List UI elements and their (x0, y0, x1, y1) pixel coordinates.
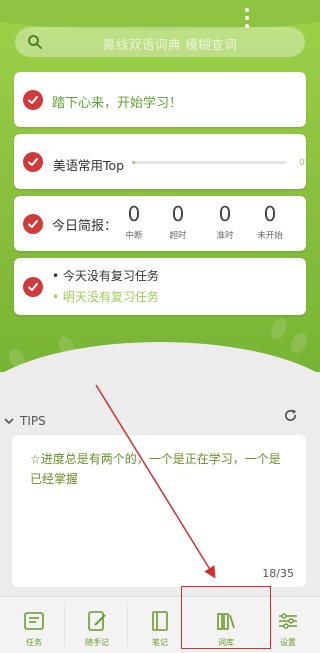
daily-summary-card[interactable]: 今日简报： 0 中断 0 超时 0 准时 0 未开始 (14, 196, 306, 251)
nav-item-settings[interactable]: 设置 (264, 601, 312, 649)
summary-title: 今日简报： (52, 219, 118, 234)
progress-percent: 0% (299, 158, 314, 168)
wordbook-progress-card[interactable]: 美语常用Top 0% (14, 134, 313, 189)
start-learning-card[interactable]: 踏下心来，开始学习！ (14, 72, 306, 127)
stat-value: 0 (127, 202, 141, 226)
stat-interrupted: 0 中断 (118, 202, 150, 241)
stat-value: 0 (171, 202, 185, 226)
bottom-navigation: 任务 随手记 笔记 词库 设置 (0, 596, 320, 653)
stat-not-started: 0 未开始 (254, 202, 286, 241)
stat-overtime: 0 超时 (162, 202, 194, 241)
search-placeholder: 离线双语词典 模糊查词 (102, 37, 238, 52)
footprint-decoration (288, 330, 310, 356)
nav-divider (64, 605, 65, 645)
nav-label: 笔记 (152, 638, 168, 647)
tips-title: TIPS (20, 414, 46, 428)
nav-label: 随手记 (85, 638, 109, 647)
review-tomorrow-text: • 明天没有复习任务 (52, 290, 159, 304)
nav-label: 任务 (26, 638, 42, 647)
stat-on-time: 0 准时 (209, 202, 241, 241)
word-library-highlight-box (181, 586, 271, 649)
check-icon (23, 214, 43, 234)
review-today-text: • 今天没有复习任务 (52, 269, 159, 283)
nav-divider (127, 605, 128, 645)
stat-label: 中断 (125, 231, 143, 241)
quick-note-icon (88, 611, 106, 631)
stat-label: 准时 (216, 231, 234, 241)
nav-item-quick-note[interactable]: 随手记 (73, 601, 121, 649)
more-options-icon[interactable] (243, 8, 251, 28)
nav-item-notebook[interactable]: 笔记 (136, 601, 184, 649)
task-icon (24, 612, 44, 630)
footprint-decoration (268, 316, 290, 342)
header-hill-decoration (0, 0, 320, 30)
refresh-icon[interactable] (283, 408, 298, 423)
stat-label: 超时 (169, 231, 187, 241)
progress-bar (132, 161, 286, 164)
stat-label: 未开始 (257, 231, 283, 241)
check-icon (23, 90, 43, 110)
search-bar[interactable]: 离线双语词典 模糊查词 (15, 27, 305, 57)
nav-label: 设置 (280, 638, 296, 647)
notebook-icon (152, 611, 168, 631)
start-learning-text: 踏下心来，开始学习！ (52, 96, 183, 111)
wordbook-name: 美语常用Top (53, 158, 125, 173)
header-curve (0, 342, 320, 372)
tips-header[interactable]: TIPS (4, 414, 46, 428)
tips-card: ☆进度总是有两个的，一个是正在学习，一个是已经掌握 18/35 (12, 435, 306, 587)
review-tasks-card[interactable]: • 今天没有复习任务 • 明天没有复习任务 (14, 258, 306, 315)
tip-counter: 18/35 (262, 567, 294, 580)
progress-bar-fill (132, 161, 136, 164)
stat-value: 0 (218, 202, 232, 226)
check-icon (23, 277, 43, 297)
tip-text: ☆进度总是有两个的，一个是正在学习，一个是已经掌握 (30, 452, 281, 486)
settings-icon (279, 613, 297, 629)
nav-item-task[interactable]: 任务 (10, 601, 58, 649)
check-icon (23, 152, 43, 172)
stat-value: 0 (263, 202, 277, 226)
chevron-down-icon (4, 414, 20, 428)
